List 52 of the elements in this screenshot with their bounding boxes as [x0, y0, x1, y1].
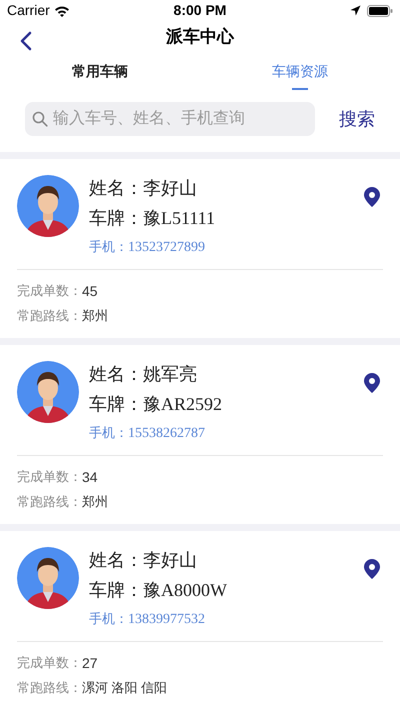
avatar-icon [17, 361, 79, 423]
location-button[interactable] [364, 373, 380, 393]
wifi-icon [54, 4, 70, 16]
route-label: 常跑路线： [17, 307, 82, 326]
back-chevron-icon [20, 31, 32, 51]
page-title: 派车中心 [166, 26, 234, 48]
location-button[interactable] [364, 187, 380, 207]
route-value: 郑州 [82, 493, 108, 512]
location-pin-icon [364, 559, 380, 579]
phone-label: 手机： [89, 238, 128, 256]
location-pin-icon [364, 373, 380, 393]
phone-label: 手机： [89, 424, 128, 442]
plate-number: 豫L51111 [143, 206, 215, 230]
battery-icon [366, 4, 393, 16]
name-label: 姓名： [89, 548, 143, 572]
driver-name: 李好山 [143, 548, 197, 572]
location-pin-icon [364, 187, 380, 207]
location-arrow-icon [350, 5, 361, 16]
avatar-icon [17, 547, 79, 609]
orders-label: 完成单数： [17, 654, 82, 672]
search-field[interactable]: 输入车号、姓名、手机查询 [25, 102, 315, 136]
route-label: 常跑路线： [17, 679, 82, 698]
route-value: 郑州 [82, 307, 108, 326]
back-button[interactable] [18, 31, 34, 51]
name-label: 姓名： [89, 176, 143, 200]
driver-name: 姚军亮 [143, 362, 197, 386]
phone-link[interactable]: 13523727899 [128, 236, 205, 258]
plate-label: 车牌： [89, 206, 143, 230]
location-button[interactable] [364, 559, 380, 579]
orders-label: 完成单数： [17, 468, 82, 486]
orders-label: 完成单数： [17, 282, 82, 300]
phone-label: 手机： [89, 610, 128, 628]
route-value: 漯河 洛阳 信阳 [82, 679, 168, 698]
plate-label: 车牌： [89, 578, 143, 602]
phone-link[interactable]: 15538262787 [128, 422, 205, 444]
orders-count: 34 [82, 468, 98, 486]
search-button[interactable]: 搜索 [339, 106, 375, 132]
orders-count: 45 [82, 282, 98, 300]
plate-label: 车牌： [89, 392, 143, 416]
plate-number: 豫AR2592 [143, 392, 222, 416]
route-label: 常跑路线： [17, 493, 82, 512]
plate-number: 豫A8000W [143, 578, 227, 602]
tab[interactable]: 车辆资源 [272, 61, 328, 82]
carrier-name: Carrier [7, 1, 50, 20]
status-time: 8:00 PM [174, 1, 226, 20]
tab-indicator [292, 88, 308, 90]
phone-link[interactable]: 13839977532 [128, 608, 205, 630]
name-label: 姓名： [89, 362, 143, 386]
orders-count: 27 [82, 654, 98, 672]
avatar-icon [17, 175, 79, 237]
tab[interactable]: 常用车辆 [72, 61, 128, 82]
driver-name: 李好山 [143, 176, 197, 200]
